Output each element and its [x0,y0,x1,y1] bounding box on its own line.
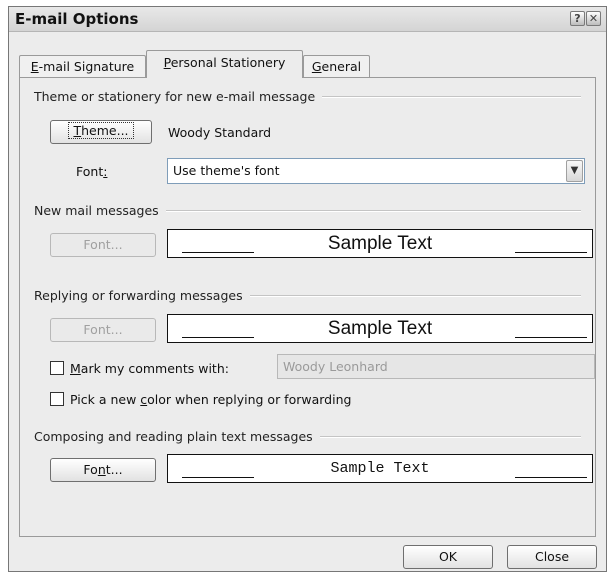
sample-rule-right [515,337,587,338]
theme-button[interactable]: Theme... [50,120,152,144]
title-bar: E-mail Options ? ✕ [9,7,606,32]
group-new-mail: New mail messages [34,203,581,218]
pick-color-label[interactable]: Pick a new color when replying or forwar… [70,392,351,407]
pick-color-checkbox[interactable] [50,392,64,406]
new-mail-sample-box: Sample Text [167,229,593,258]
group-reply-forward: Replying or forwarding messages [34,288,581,303]
mark-comments-field[interactable]: Woody Leonhard [277,354,595,379]
font-label: Font: [76,164,107,179]
tab-email-signature-label: -mail Signature [38,59,135,74]
tab-email-signature-accesskey: E [30,59,39,74]
plain-font-button-pre: Fo [83,462,98,477]
group-theme-stationery-label: Theme or stationery for new e-mail messa… [34,89,316,104]
group-plain-text-label: Composing and reading plain text message… [34,429,313,444]
theme-button-focus: Theme... [68,122,134,139]
plain-text-sample-box: Sample Text [167,454,593,483]
pick-color-text-post: olor when replying or forwarding [147,392,352,407]
group-reply-forward-label: Replying or forwarding messages [34,288,243,303]
tab-email-signature[interactable]: E-mail Signature [19,55,146,77]
personal-stationery-panel: Theme or stationery for new e-mail messa… [19,77,596,537]
group-theme-stationery: Theme or stationery for new e-mail messa… [34,89,581,104]
plain-font-button-accesskey: n [97,462,106,477]
group-divider [319,435,581,438]
tab-general[interactable]: General [303,55,370,77]
group-divider [165,209,581,212]
pick-color-text-pre: Pick a new [70,392,141,407]
group-divider [322,95,581,98]
theme-button-accesskey: T [73,123,82,138]
window-title: E-mail Options [15,10,139,28]
theme-font-select[interactable]: Use theme's font ▼ [167,158,585,184]
theme-font-select-value: Use theme's font [173,163,280,178]
plain-text-font-button[interactable]: Font... [50,458,156,482]
reply-font-button[interactable]: Font... [50,318,156,342]
mark-comments-checkbox[interactable] [50,361,64,375]
ok-button[interactable]: OK [403,545,493,569]
help-button[interactable]: ? [570,11,585,26]
font-label-accesskey: : [103,164,108,179]
tab-personal-stationery-accesskey: P [163,55,171,70]
chevron-down-icon[interactable]: ▼ [566,160,583,182]
sample-rule-right [515,252,587,253]
tab-general-accesskey: G [311,59,322,74]
new-mail-font-button[interactable]: Font... [50,233,156,257]
mark-comments-accesskey: M [70,361,81,376]
close-window-button[interactable]: ✕ [586,11,601,26]
tab-personal-stationery-label: ersonal Stationery [170,55,286,70]
close-button[interactable]: Close [507,545,597,569]
group-plain-text: Composing and reading plain text message… [34,429,581,444]
plain-font-button-post: t... [105,462,123,477]
theme-button-label: heme... [81,123,129,138]
tab-general-label: eneral [321,59,362,74]
email-options-dialog: E-mail Options ? ✕ E-mail Signature Pers… [8,6,607,572]
group-divider [249,294,581,297]
mark-comments-text: ark my comments with: [80,361,229,376]
group-new-mail-label: New mail messages [34,203,159,218]
sample-rule-right [515,477,587,478]
reply-sample-box: Sample Text [167,314,593,343]
tab-personal-stationery[interactable]: Personal Stationery [146,50,303,78]
font-label-text: Font [76,164,104,179]
mark-comments-label[interactable]: Mark my comments with: [70,361,229,376]
theme-name: Woody Standard [168,125,272,140]
